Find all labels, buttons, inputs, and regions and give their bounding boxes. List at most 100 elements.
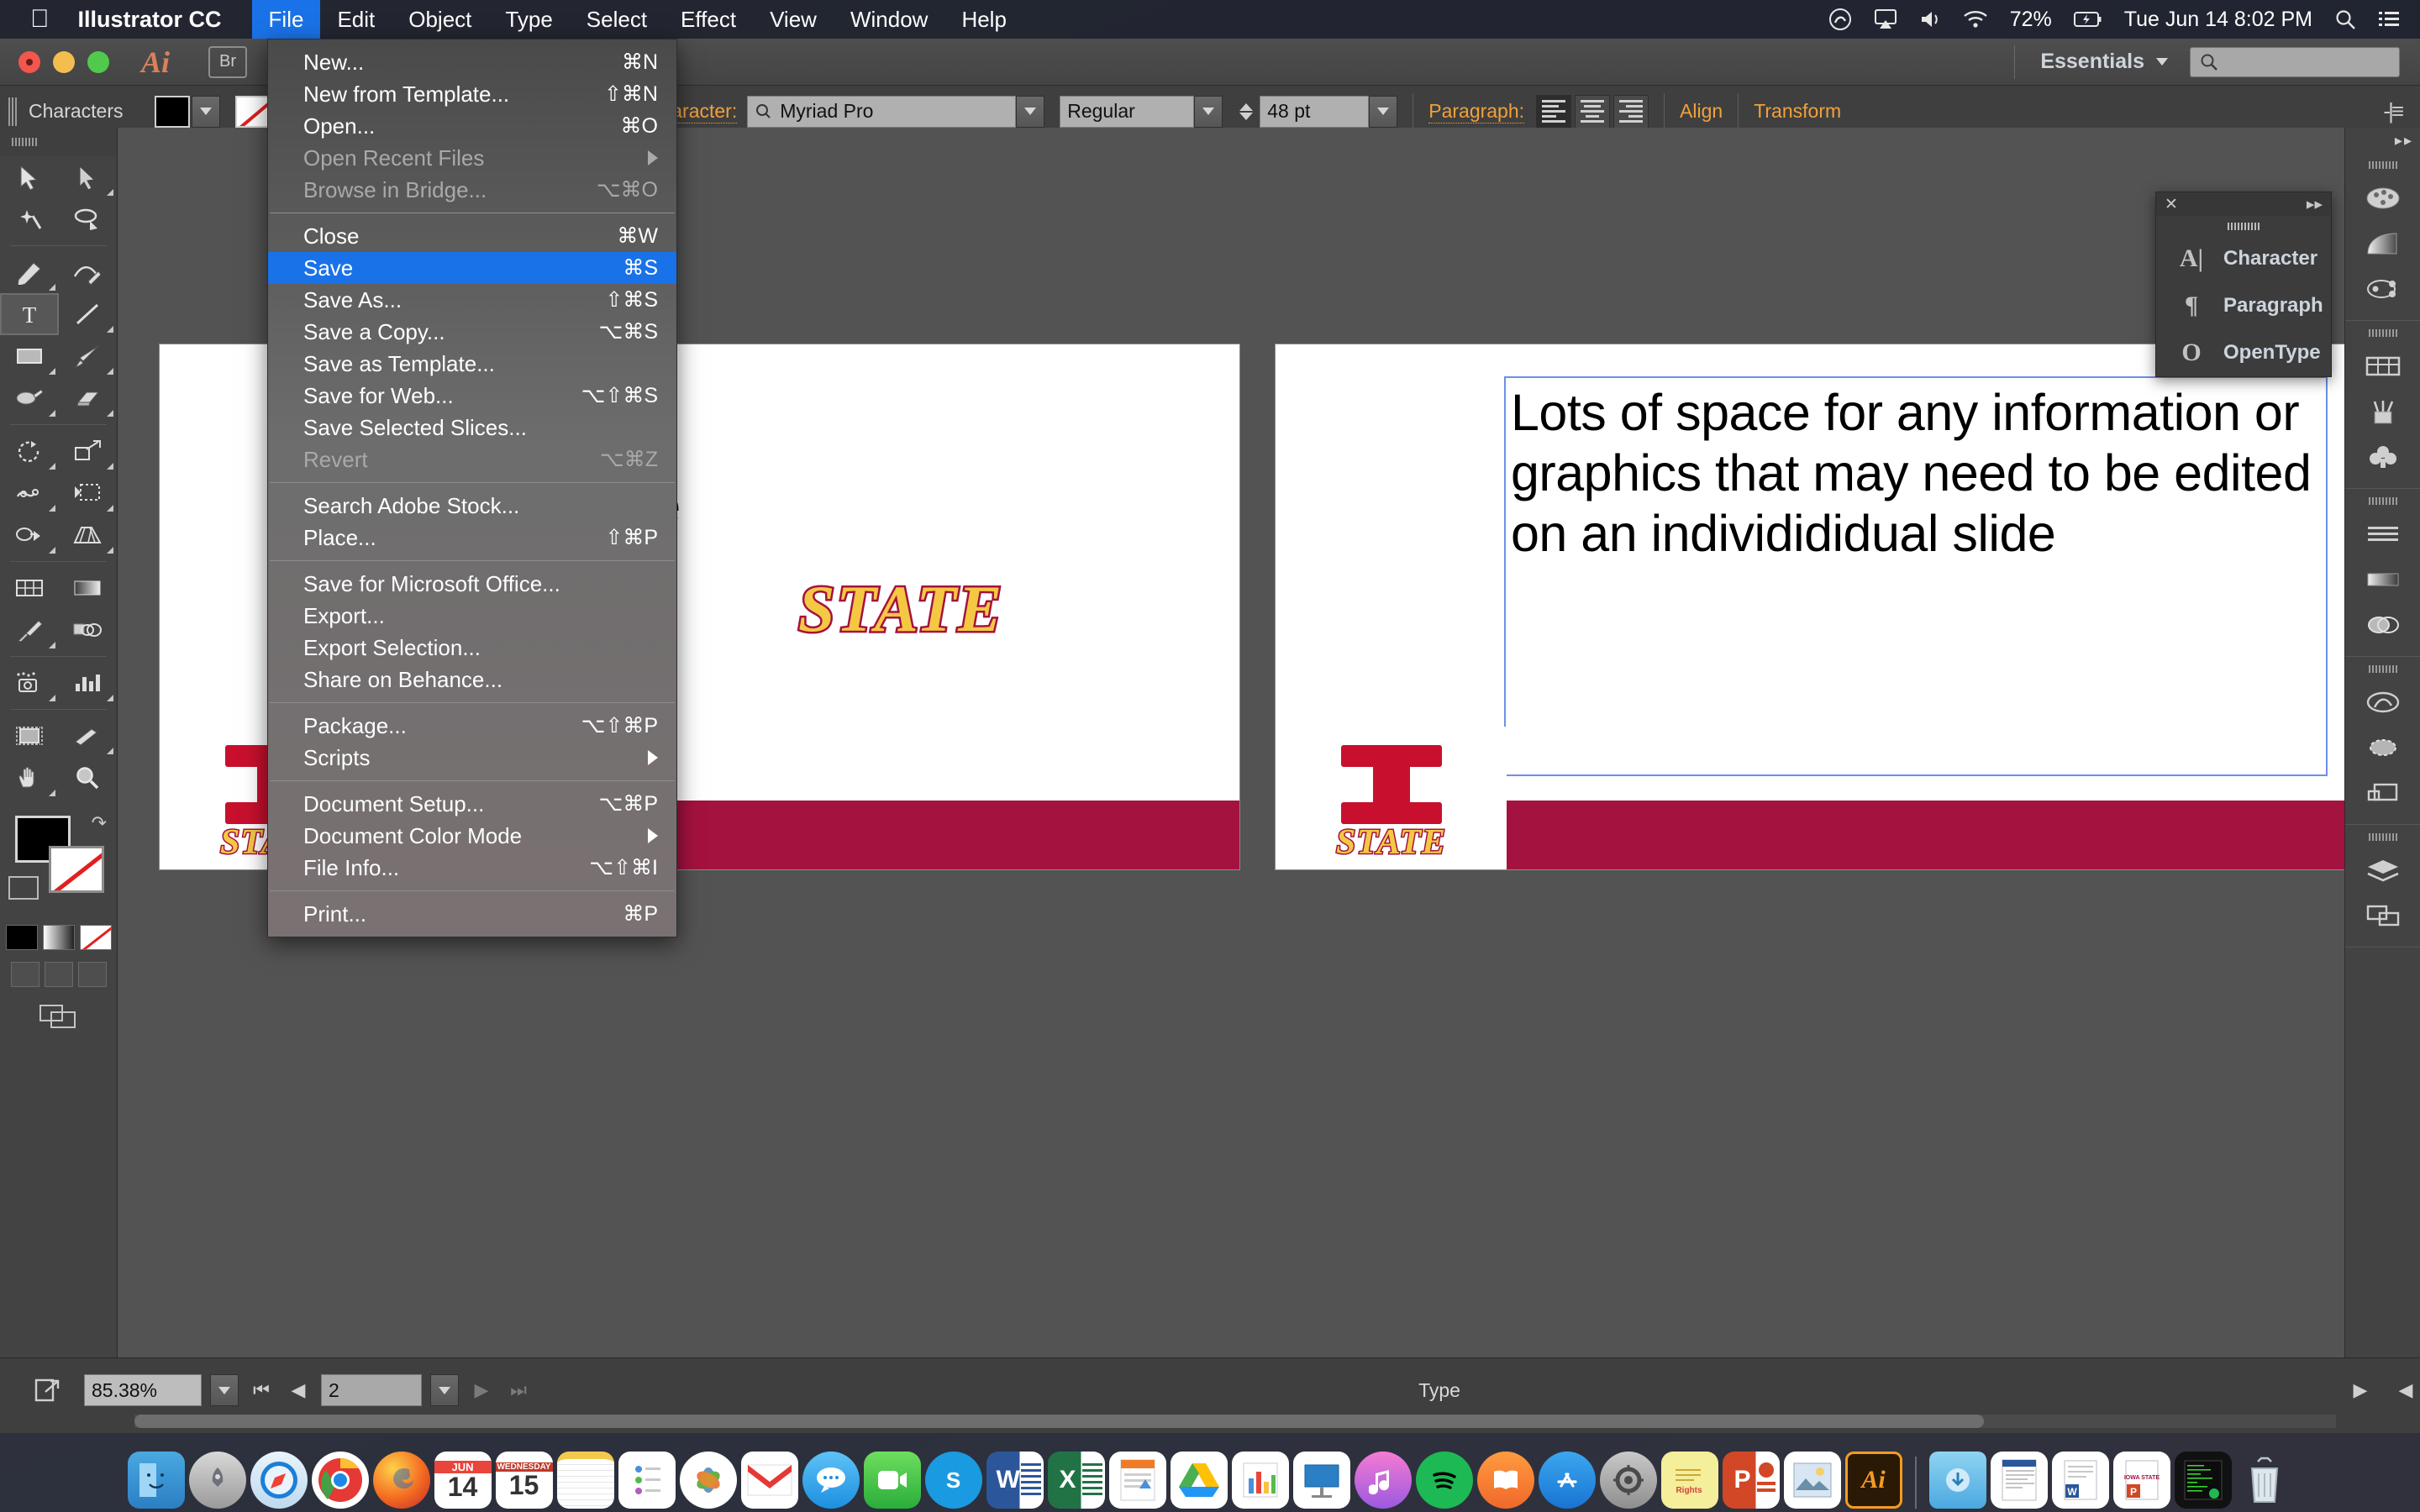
libraries-panel-icon[interactable] xyxy=(2345,680,2420,725)
dock-grip[interactable] xyxy=(2368,329,2397,337)
dock-grip[interactable] xyxy=(2368,497,2397,505)
draw-normal-button[interactable] xyxy=(10,962,39,987)
dock-grip[interactable] xyxy=(2368,161,2397,169)
dock-item-excel[interactable]: X xyxy=(1047,1452,1105,1509)
free-transform-tool[interactable] xyxy=(59,472,118,514)
menu-item-save-for-web[interactable]: Save for Web... ⌥⇧⌘S xyxy=(268,380,676,412)
dock-item-calendar-jun-14[interactable]: JUN 14 xyxy=(434,1452,492,1509)
zoom-window-button[interactable] xyxy=(87,50,109,73)
selection-tool[interactable] xyxy=(0,156,59,198)
dock-item-numbers[interactable] xyxy=(1231,1452,1289,1509)
eraser-tool[interactable] xyxy=(59,377,118,419)
paintbrush-tool[interactable] xyxy=(59,335,118,377)
gradient-panel-icon[interactable] xyxy=(2345,221,2420,266)
menu-item-save-as[interactable]: Save As... ⇧⌘S xyxy=(268,284,676,316)
lasso-tool[interactable] xyxy=(59,198,118,240)
dock-item-launchpad[interactable] xyxy=(188,1452,246,1509)
menu-item-print[interactable]: Print... ⌘P xyxy=(268,898,676,930)
menu-effect[interactable]: Effect xyxy=(664,0,753,39)
dock-item-stickies[interactable]: Rights xyxy=(1660,1452,1718,1509)
dock-item-trash[interactable] xyxy=(2236,1452,2293,1509)
panel-item-character[interactable]: A| Character xyxy=(2156,235,2331,282)
align-left-icon[interactable] xyxy=(1536,94,1572,129)
dock-item-chrome[interactable] xyxy=(311,1452,369,1509)
artboard-right[interactable]: Lots of space for any information or gra… xyxy=(1276,344,2344,869)
menu-item-scripts[interactable]: Scripts xyxy=(268,742,676,774)
battery-charging-icon[interactable] xyxy=(2073,11,2102,28)
appearance-panel-icon[interactable] xyxy=(2345,725,2420,770)
pen-tool[interactable] xyxy=(0,251,59,293)
transparency-panel-icon[interactable] xyxy=(2345,602,2420,648)
menu-item-new-from-template[interactable]: New from Template... ⇧⌘N xyxy=(268,78,676,110)
menu-item-save[interactable]: Save ⌘S xyxy=(268,252,676,284)
menu-item-save-a-copy[interactable]: Save a Copy... ⌥⌘S xyxy=(268,316,676,348)
type-tool[interactable]: T xyxy=(0,293,59,335)
dock-item-finder[interactable] xyxy=(127,1452,185,1509)
stroke-color-swatch[interactable] xyxy=(49,846,104,893)
dock-item-system-preferences[interactable] xyxy=(1599,1452,1657,1509)
draw-inside-button[interactable] xyxy=(77,962,107,987)
horizontal-scrollbar[interactable] xyxy=(134,1415,2336,1428)
dock-item-google-drive[interactable] xyxy=(1170,1452,1228,1509)
menu-item-package[interactable]: Package... ⌥⇧⌘P xyxy=(268,710,676,742)
screen-mode-button[interactable] xyxy=(0,1002,117,1031)
mesh-tool[interactable] xyxy=(0,567,59,609)
font-family-dropdown-button[interactable] xyxy=(1016,95,1045,128)
menu-view[interactable]: View xyxy=(753,0,834,39)
dock-item-preview[interactable] xyxy=(1783,1452,1841,1509)
first-artboard-icon[interactable]: ⏮ xyxy=(247,1374,276,1406)
scrollbar-thumb[interactable] xyxy=(134,1415,1984,1428)
stroke-swatch[interactable] xyxy=(235,95,271,128)
default-fill-stroke-icon[interactable] xyxy=(8,876,39,900)
airplay-icon[interactable] xyxy=(1874,8,1897,30)
swap-fill-stroke-icon[interactable]: ↷ xyxy=(92,812,107,834)
color-panel-icon[interactable] xyxy=(2345,176,2420,221)
menu-bar-clock[interactable]: Tue Jun 14 8:02 PM xyxy=(2124,8,2312,32)
hand-tool[interactable] xyxy=(0,757,59,799)
artboard-tool[interactable] xyxy=(0,715,59,757)
creative-cloud-icon[interactable] xyxy=(1828,8,1852,31)
panel-item-paragraph[interactable]: ¶ Paragraph xyxy=(2156,282,2331,329)
menu-item-place[interactable]: Place... ⇧⌘P xyxy=(268,522,676,554)
dock-item-skype[interactable]: S xyxy=(924,1452,982,1509)
dock-item-notes[interactable] xyxy=(556,1452,614,1509)
file-menu-dropdown[interactable]: New... ⌘N New from Template... ⇧⌘N Open... ⌘O… xyxy=(267,39,677,937)
menu-item-close[interactable]: Close ⌘W xyxy=(268,220,676,252)
panel-grip[interactable] xyxy=(2228,223,2260,230)
width-tool[interactable] xyxy=(0,472,59,514)
font-size-dropdown-button[interactable] xyxy=(1369,95,1398,128)
expand-dock-icon[interactable]: ▸▸ xyxy=(2345,128,2420,153)
close-window-button[interactable] xyxy=(18,50,40,73)
dock-item-powerpoint[interactable]: P xyxy=(1722,1452,1780,1509)
dock-item-pages[interactable] xyxy=(1108,1452,1166,1509)
none-button[interactable] xyxy=(79,925,112,950)
menu-item-share-on-behance[interactable]: Share on Behance... xyxy=(268,664,676,696)
zoom-level-dropdown[interactable] xyxy=(210,1374,239,1406)
dock-item-messages[interactable] xyxy=(802,1452,860,1509)
menu-edit[interactable]: Edit xyxy=(320,0,392,39)
magic-wand-tool[interactable] xyxy=(0,198,59,240)
menu-select[interactable]: Select xyxy=(570,0,664,39)
transform-link[interactable]: Transform xyxy=(1754,100,1841,123)
fill-swatch[interactable] xyxy=(155,95,191,128)
menu-type[interactable]: Type xyxy=(488,0,569,39)
dock-item-document-stack[interactable] xyxy=(1990,1452,2048,1509)
font-size-input[interactable]: 48 pt xyxy=(1260,95,1370,128)
menu-item-export-selection[interactable]: Export Selection... xyxy=(268,632,676,664)
dock-item-safari[interactable] xyxy=(250,1452,308,1509)
menu-item-export[interactable]: Export... xyxy=(268,600,676,632)
text-frame-selected[interactable]: Lots of space for any information or gra… xyxy=(1504,376,2328,776)
artboards-panel-icon[interactable] xyxy=(2345,344,2420,389)
bridge-button[interactable]: Br xyxy=(208,45,248,78)
artboard-left-watermark[interactable]: STATE xyxy=(796,570,1003,648)
help-search-input[interactable] xyxy=(2190,46,2400,77)
expand-panels-icon[interactable]: ▸▸ xyxy=(2307,195,2323,214)
dock-grip[interactable] xyxy=(2368,665,2397,673)
menu-item-document-setup[interactable]: Document Setup... ⌥⌘P xyxy=(268,788,676,820)
dock-item-gmail[interactable] xyxy=(740,1452,798,1509)
align-panel-icon[interactable] xyxy=(2345,512,2420,557)
fill-dropdown-button[interactable] xyxy=(192,95,221,128)
apple-icon[interactable]:  xyxy=(30,7,50,32)
menu-item-file-info[interactable]: File Info... ⌥⇧⌘I xyxy=(268,852,676,884)
dock-item-spotify[interactable] xyxy=(1415,1452,1473,1509)
